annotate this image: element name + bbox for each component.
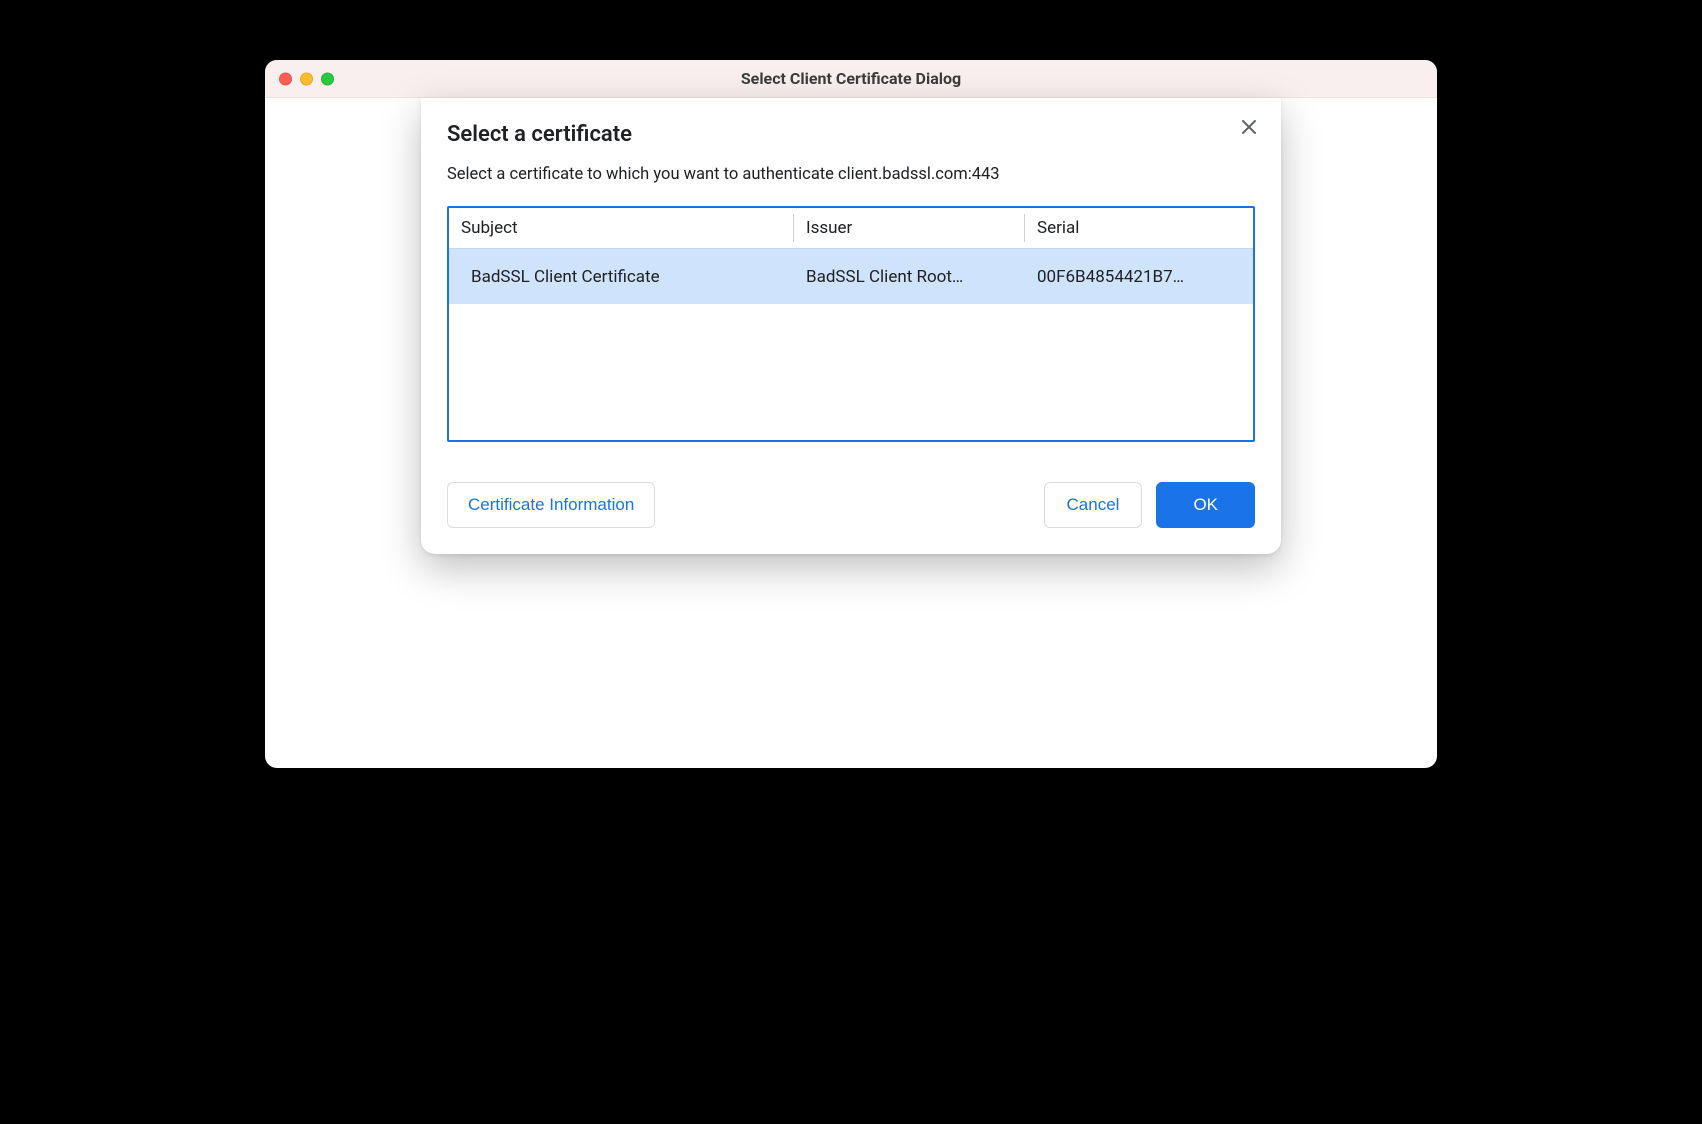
column-header-issuer[interactable]: Issuer <box>794 214 1025 242</box>
ok-button[interactable]: OK <box>1156 482 1255 528</box>
close-icon[interactable] <box>1237 116 1261 140</box>
cell-issuer: BadSSL Client Root… <box>794 267 1025 287</box>
window-maximize-button[interactable] <box>321 72 334 85</box>
window-minimize-button[interactable] <box>300 72 313 85</box>
right-buttons: Cancel OK <box>1044 482 1255 528</box>
dialog-header: Select a certificate <box>447 122 1255 165</box>
certificate-dialog: Select a certificate Select a certificat… <box>421 98 1281 554</box>
column-header-serial[interactable]: Serial <box>1025 214 1253 242</box>
dialog-button-row: Certificate Information Cancel OK <box>447 482 1255 528</box>
dialog-title: Select a certificate <box>447 122 632 147</box>
cell-subject: BadSSL Client Certificate <box>449 267 794 287</box>
window-title: Select Client Certificate Dialog <box>265 69 1437 88</box>
dialog-subtext: Select a certificate to which you want t… <box>447 165 1255 184</box>
cell-serial: 00F6B4854421B7… <box>1025 267 1253 287</box>
certificate-table: Subject Issuer Serial BadSSL Client Cert… <box>447 206 1255 442</box>
traffic-lights <box>279 72 334 85</box>
window-titlebar: Select Client Certificate Dialog <box>265 60 1437 98</box>
certificate-information-button[interactable]: Certificate Information <box>447 482 655 528</box>
cancel-button[interactable]: Cancel <box>1044 482 1143 528</box>
app-window: Select Client Certificate Dialog Select … <box>265 60 1437 768</box>
column-header-subject[interactable]: Subject <box>449 214 794 242</box>
table-row[interactable]: BadSSL Client Certificate BadSSL Client … <box>449 248 1253 304</box>
window-close-button[interactable] <box>279 72 292 85</box>
table-header: Subject Issuer Serial <box>449 208 1253 248</box>
